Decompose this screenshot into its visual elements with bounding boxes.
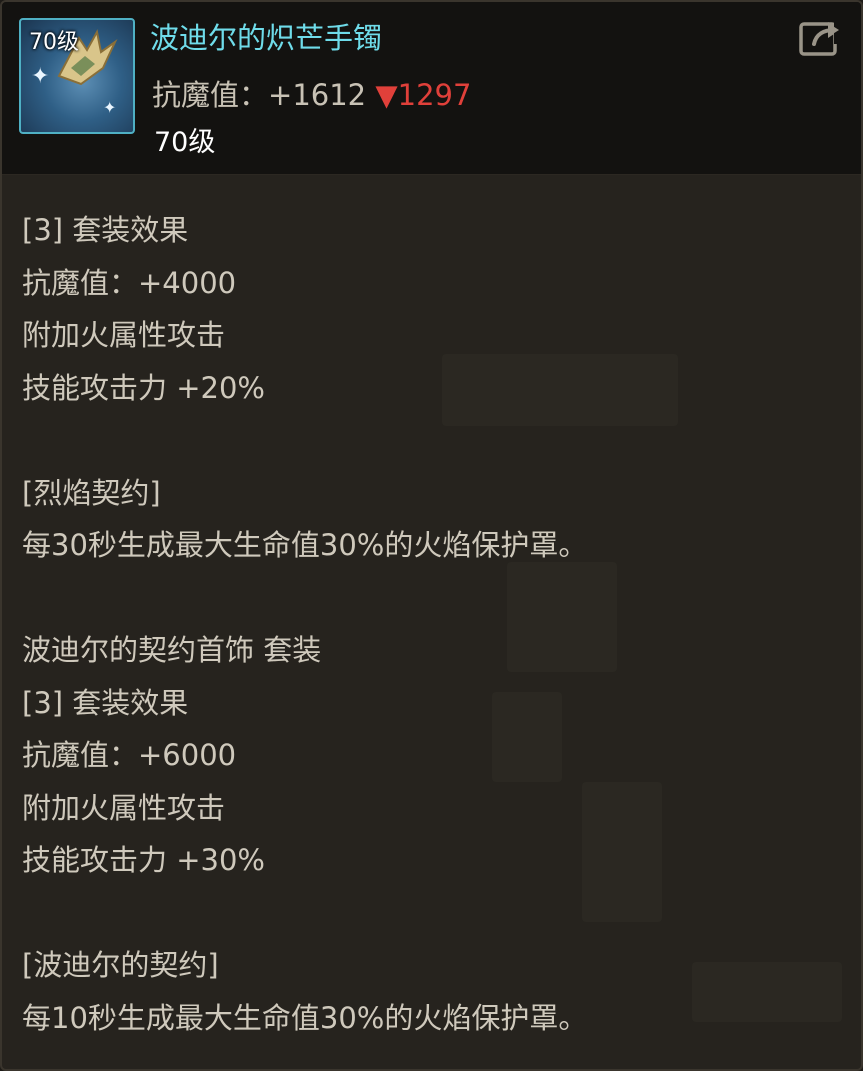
set-skill-line: 技能攻击力 +20% (22, 370, 265, 405)
icon-level-badge: 70级 (29, 30, 79, 55)
tooltip-body: [3] 套装效果 抗魔值：+4000 附加火属性攻击 技能攻击力 +20% [烈… (22, 204, 841, 1044)
set-effect-title: [3] 套装效果 (22, 685, 189, 720)
pact-description: 每30秒生成最大生命值30%的火焰保护罩。 (22, 528, 588, 562)
pact-name: [烈焰契约] (22, 475, 161, 510)
pact-name: [波迪尔的契约] (22, 948, 219, 982)
item-name: 波迪尔的炽芒手镯 (150, 21, 383, 55)
sparkle-icon: ✦ (31, 64, 50, 89)
stat-label: 抗魔值： (152, 78, 269, 112)
resist-stat-line: 抗魔值：+1612 ▼1297 (152, 72, 471, 114)
stat-diff: ▼1297 (375, 78, 472, 112)
item-tooltip: ✦ ✦ 70级 波迪尔的炽芒手镯 抗魔值：+1612 ▼1297 70级 [3]… (0, 0, 863, 1071)
sparkle-icon: ✦ (103, 98, 117, 117)
share-icon[interactable] (798, 18, 844, 58)
set-fire-line: 附加火属性攻击 (22, 318, 226, 352)
set-stat-line: 抗魔值：+6000 (22, 738, 237, 772)
stat-value: +1612 (268, 78, 367, 112)
set-stat-line: 抗魔值：+4000 (22, 265, 237, 300)
bracelet-claw-icon[interactable]: ✦ ✦ 70级 (19, 18, 135, 134)
item-level: 70级 (154, 127, 216, 158)
set-skill-line: 技能攻击力 +30% (22, 843, 265, 877)
tooltip-header: ✦ ✦ 70级 波迪尔的炽芒手镯 抗魔值：+1612 ▼1297 70级 (2, 2, 861, 175)
pact-description: 每10秒生成最大生命值30%的火焰保护罩。 (22, 1000, 588, 1035)
set-effect-title: [3] 套装效果 (22, 213, 189, 247)
set-fire-line: 附加火属性攻击 (22, 790, 226, 825)
set-name: 波迪尔的契约首饰 套装 (22, 633, 322, 667)
